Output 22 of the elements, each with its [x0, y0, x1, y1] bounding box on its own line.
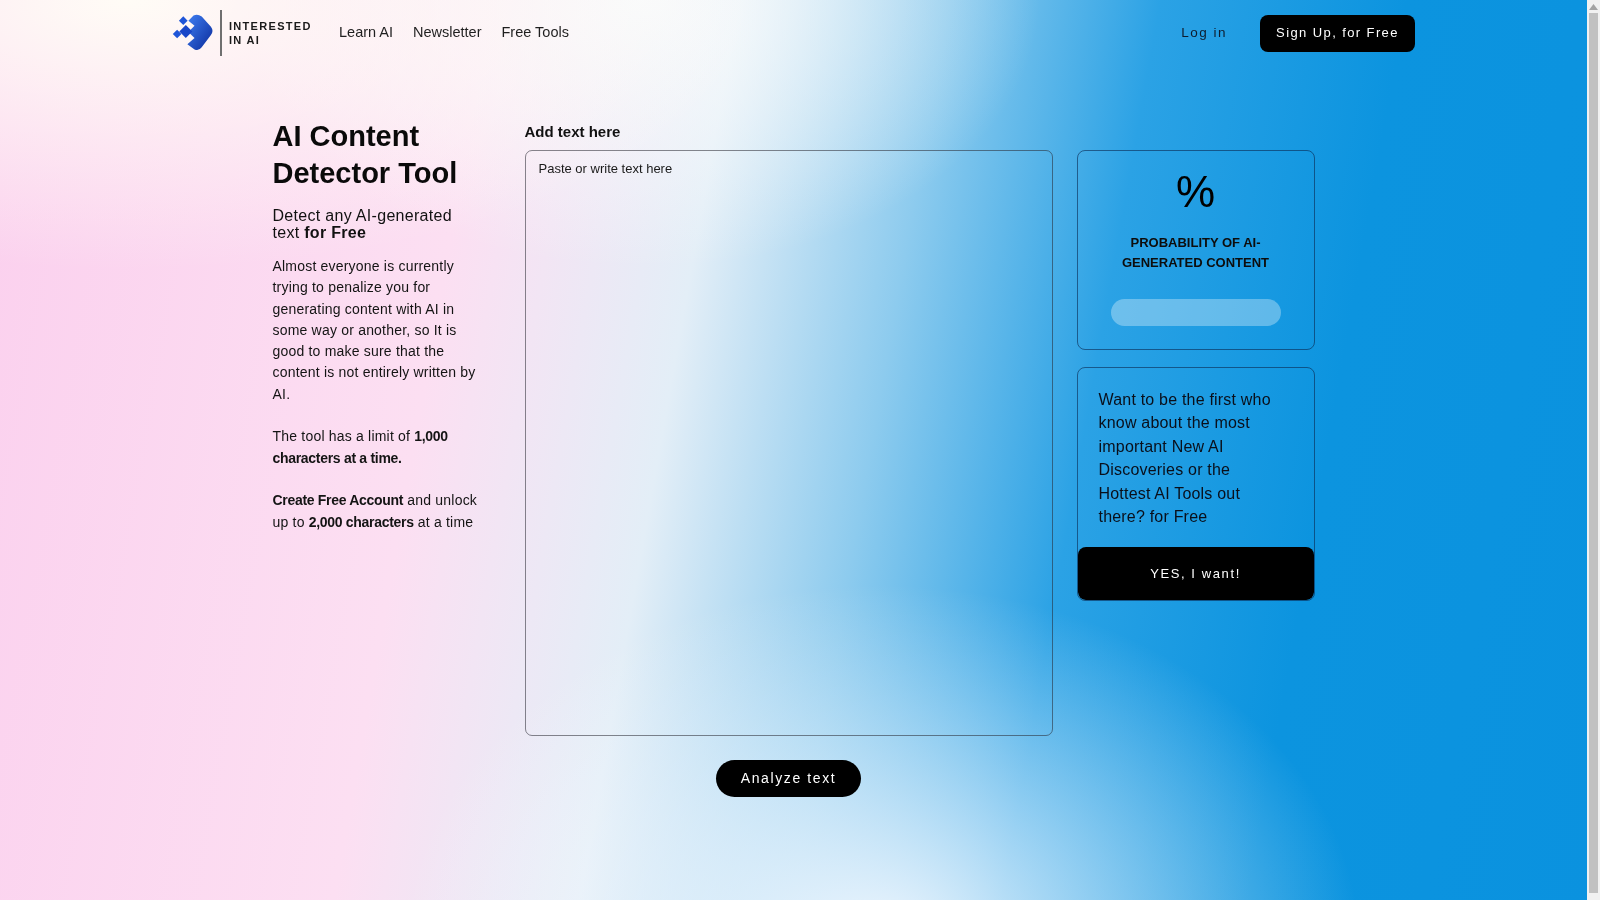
text-input-field[interactable]: Paste or write text here — [524, 150, 1053, 736]
signup-cta-button[interactable]: YES, I want! — [1077, 547, 1314, 600]
scroll-up-arrow-icon[interactable] — [1589, 4, 1598, 10]
description-text: Create Free Account and unlock up to 2,000 characters at a time — [272, 491, 479, 532]
nav-link[interactable]: Learn AI — [339, 22, 393, 44]
analyze-button[interactable]: Analyze text — [716, 760, 861, 797]
login-link[interactable]: Log in — [1181, 22, 1227, 44]
nav-link[interactable]: Newsletter — [413, 22, 482, 44]
nav-link[interactable]: Free Tools — [501, 22, 569, 44]
logo-icon[interactable] — [172, 13, 214, 53]
description-text: The tool has a limit of 1,000 characters at a time. — [272, 427, 449, 468]
scrollbar-thumb[interactable] — [1589, 13, 1598, 893]
scrollbar[interactable] — [1587, 0, 1600, 900]
logo-text[interactable]: INTERESTED IN AI — [229, 19, 325, 47]
field-label: Add text here — [524, 122, 621, 142]
page-title: AI Content Detector Tool — [272, 119, 459, 191]
description-text: Almost everyone is currently trying to penalize you for generating content with AI in some way or another, so It is good to make sure that the content is not entirely written by AI. — [272, 257, 477, 404]
promo-text: Want to be the first who know about the most important New AI Discoveries or the Hottest AI Tools out there? for Free — [1097, 390, 1272, 528]
result-value: % — [1175, 168, 1216, 216]
subtitle: Detect any AI-generated text for Free — [272, 207, 453, 241]
signup-button[interactable]: Sign Up, for Free — [1260, 14, 1415, 52]
result-label: PROBABILITY OF AI-GENERATED CONTENT — [1120, 234, 1271, 272]
